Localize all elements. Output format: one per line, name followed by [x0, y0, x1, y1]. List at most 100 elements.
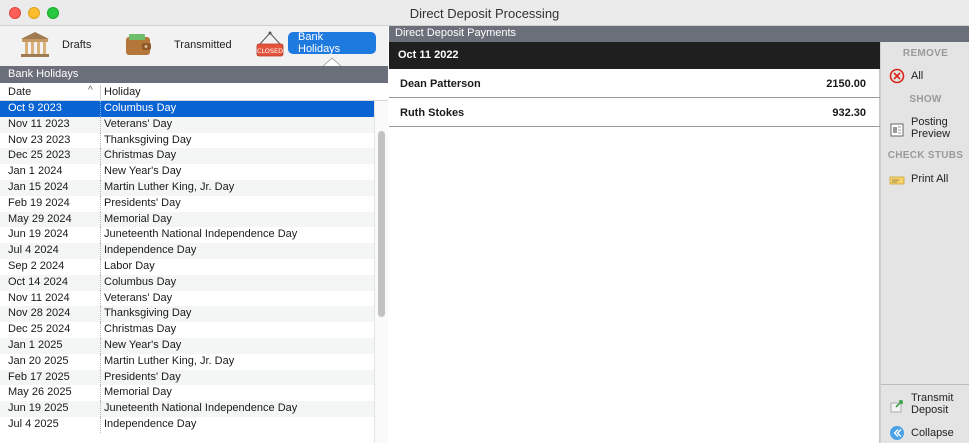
holidays-table: Oct 9 2023 Columbus Day Nov 11 2023 Veteran…: [0, 101, 374, 443]
holiday-date-cell: Jun 19 2024: [8, 228, 69, 241]
collapse-label: Collapse: [911, 427, 954, 439]
holiday-name-cell: Memorial Day: [104, 212, 172, 225]
table-row[interactable]: Nov 23 2023 Thanksgiving Day: [0, 132, 374, 149]
check-stub-icon: [889, 176, 905, 185]
holiday-date-cell: Jan 20 2025: [8, 354, 69, 367]
holiday-name-cell: Juneteenth National Independence Day: [104, 402, 298, 415]
actions-sidebar: REMOVE All SHOW Posting Preview CHECK ST…: [880, 42, 969, 443]
transmit-arrow-icon: [890, 400, 903, 413]
holiday-date-cell: May 29 2024: [8, 212, 72, 225]
holiday-date-cell: Nov 23 2023: [8, 133, 71, 146]
column-divider: [100, 401, 101, 417]
column-divider: [100, 211, 101, 228]
payment-amount: 2150.00: [826, 78, 866, 90]
payments-section-header: Direct Deposit Payments: [389, 26, 969, 42]
holiday-name-cell: Independence Day: [104, 417, 197, 430]
column-divider: [100, 116, 101, 133]
tab-transmitted[interactable]: Transmitted: [124, 28, 232, 62]
svg-text:CLOSED: CLOSED: [257, 47, 283, 55]
column-divider: [100, 101, 101, 117]
tab-drafts[interactable]: Drafts: [18, 28, 91, 62]
table-row[interactable]: Nov 28 2024 Thanksgiving Day: [0, 306, 374, 323]
table-row[interactable]: Feb 17 2025 Presidents' Day: [0, 369, 374, 386]
sort-ascending-icon: ^: [88, 85, 93, 96]
table-row[interactable]: Oct 14 2024 Columbus Day: [0, 274, 374, 291]
holiday-name-cell: New Year's Day: [104, 165, 182, 178]
holiday-date-cell: Jun 19 2025: [8, 402, 69, 415]
table-row[interactable]: Jan 20 2025 Martin Luther King, Jr. Day: [0, 353, 374, 370]
holiday-name-cell: Presidents' Day: [104, 196, 181, 209]
print-all-button[interactable]: Print All: [881, 170, 969, 188]
table-row[interactable]: Jun 19 2024 Juneteenth National Independe…: [0, 227, 374, 244]
table-row[interactable]: Jan 1 2025 New Year's Day: [0, 337, 374, 354]
payment-row[interactable]: Dean Patterson 2150.00: [389, 69, 880, 98]
collapse-button[interactable]: Collapse: [881, 424, 969, 442]
holiday-name-cell: Veterans' Day: [104, 117, 173, 130]
transmit-deposit-label-line1: Transmit: [911, 392, 954, 404]
remove-all-label: All: [911, 70, 924, 82]
column-divider: [100, 385, 101, 402]
holiday-date-cell: Feb 17 2025: [8, 370, 70, 383]
holidays-pane: Drafts Transmitted CLOSED Bank Holidays …: [0, 26, 388, 443]
column-holiday[interactable]: Holiday: [104, 86, 141, 98]
table-row[interactable]: Dec 25 2023 Christmas Day: [0, 148, 374, 165]
holiday-name-cell: Christmas Day: [104, 323, 177, 336]
holiday-date-cell: Nov 11 2023: [8, 117, 70, 130]
posting-preview-label: Posting Preview: [911, 116, 950, 140]
table-row[interactable]: Sep 2 2024 Labor Day: [0, 258, 374, 275]
tab-closed[interactable]: CLOSED: [255, 28, 285, 62]
holiday-name-cell: Thanksgiving Day: [104, 307, 192, 320]
table-row[interactable]: Feb 19 2024 Presidents' Day: [0, 195, 374, 212]
table-row[interactable]: Jul 4 2024 Independence Day: [0, 243, 374, 259]
column-divider: [100, 290, 101, 307]
tab-bar: Drafts Transmitted CLOSED Bank Holidays: [0, 26, 388, 67]
table-row[interactable]: Nov 11 2024 Veterans' Day: [0, 290, 374, 307]
holiday-date-cell: Jul 4 2025: [8, 417, 59, 430]
wallet-icon: [126, 34, 151, 55]
holiday-date-cell: Jan 1 2025: [8, 338, 63, 351]
column-divider: [100, 353, 101, 370]
table-row[interactable]: Oct 9 2023 Columbus Day: [0, 101, 374, 117]
table-row[interactable]: Jun 19 2025 Juneteenth National Independe…: [0, 401, 374, 417]
table-row[interactable]: Dec 25 2024 Christmas Day: [0, 322, 374, 338]
table-row[interactable]: May 26 2025 Memorial Day: [0, 385, 374, 402]
holiday-name-cell: Christmas Day: [104, 149, 177, 162]
holidays-column-header: Date ^ Holiday: [0, 83, 388, 101]
column-divider: [100, 132, 101, 149]
holiday-name-cell: Memorial Day: [104, 386, 172, 399]
posting-preview-button[interactable]: Posting Preview: [881, 114, 969, 142]
column-divider: [100, 195, 101, 212]
show-section-title: SHOW: [909, 94, 942, 105]
column-divider: [100, 337, 101, 354]
table-row[interactable]: Jan 1 2024 New Year's Day: [0, 164, 374, 180]
transmit-deposit-button[interactable]: Transmit Deposit: [881, 390, 969, 418]
holiday-date-cell: Jul 4 2024: [8, 244, 59, 257]
tab-bank-holidays[interactable]: Bank Holidays: [288, 31, 376, 55]
holiday-date-cell: Sep 2 2024: [8, 259, 65, 272]
holiday-date-cell: Dec 25 2024: [8, 323, 71, 336]
collapse-chevron-icon: [890, 426, 904, 440]
table-row[interactable]: Nov 11 2023 Veterans' Day: [0, 116, 374, 133]
holiday-name-cell: Veterans' Day: [104, 291, 173, 304]
column-divider: [100, 274, 101, 291]
column-divider: [100, 85, 101, 99]
holiday-name-cell: Martin Luther King, Jr. Day: [104, 354, 235, 367]
holidays-scrollbar[interactable]: [374, 101, 388, 443]
table-row[interactable]: May 29 2024 Memorial Day: [0, 211, 374, 228]
column-divider: [100, 227, 101, 244]
table-row[interactable]: Jan 15 2024 Martin Luther King, Jr. Day: [0, 179, 374, 196]
holiday-date-cell: Feb 19 2024: [8, 196, 70, 209]
column-divider: [100, 243, 101, 259]
holiday-name-cell: Juneteenth National Independence Day: [104, 228, 298, 241]
bank-building-icon: [21, 32, 49, 57]
posting-preview-label-line1: Posting: [911, 116, 948, 128]
column-date[interactable]: Date: [8, 86, 31, 98]
payment-row[interactable]: Ruth Stokes 932.30: [389, 98, 880, 127]
column-divider: [100, 306, 101, 323]
remove-all-button[interactable]: All: [881, 66, 969, 86]
table-row[interactable]: Jul 4 2025 Independence Day: [0, 416, 374, 433]
scrollbar-thumb[interactable]: [378, 131, 385, 317]
tab-drafts-label: Drafts: [62, 39, 92, 51]
payee-name: Ruth Stokes: [400, 107, 465, 119]
column-divider: [100, 369, 101, 386]
